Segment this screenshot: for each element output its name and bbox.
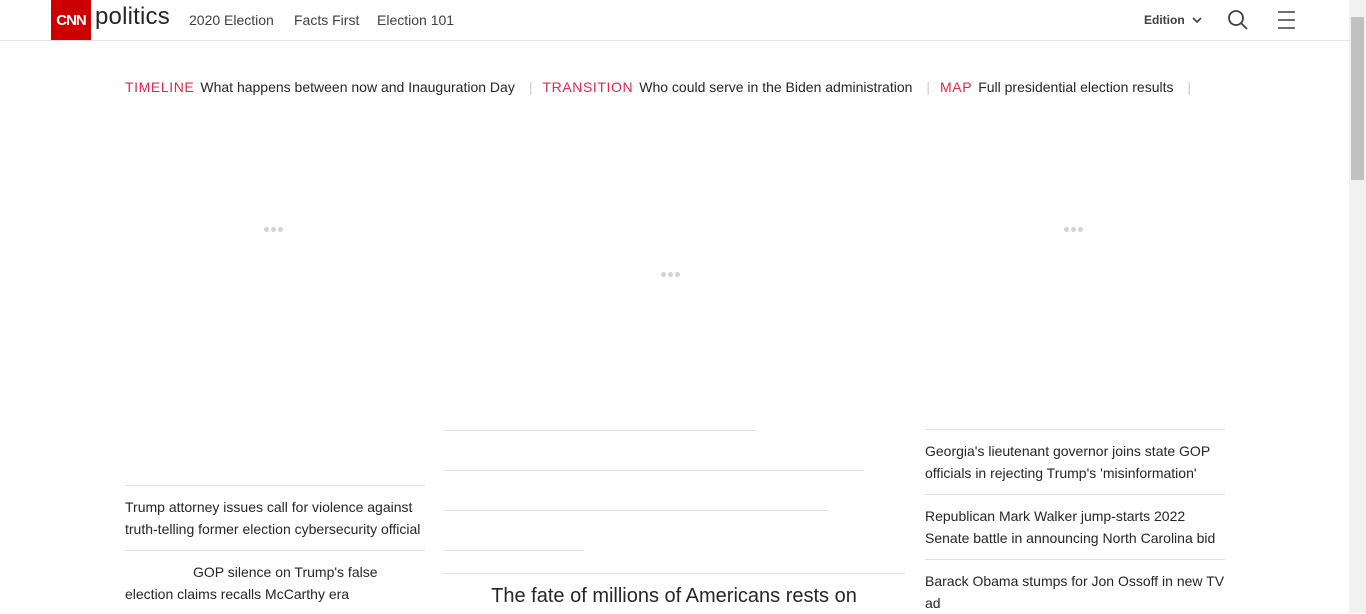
- edition-label: Edition: [1144, 13, 1185, 27]
- section-name[interactable]: politics: [95, 3, 170, 31]
- divider: [925, 559, 1225, 560]
- loading-indicator-center: [661, 272, 680, 277]
- headline-banner: TIMELINE What happens between now and In…: [125, 77, 1201, 97]
- nav-link-2020-election[interactable]: 2020 Election: [189, 12, 274, 28]
- story-link[interactable]: Barack Obama stumps for Jon Ossoff in ne…: [925, 570, 1225, 614]
- divider: [925, 429, 1225, 430]
- featured-headline[interactable]: The fate of millions of Americans rests …: [444, 585, 904, 608]
- divider: [125, 485, 425, 486]
- cnn-logo[interactable]: CNN: [51, 0, 91, 40]
- story-link[interactable]: Republican Mark Walker jump-starts 2022 …: [925, 505, 1225, 549]
- story-link[interactable]: Georgia's lieutenant governor joins stat…: [925, 440, 1225, 484]
- scrollbar-thumb[interactable]: [1351, 17, 1364, 180]
- banner-tag: TIMELINE: [125, 79, 195, 95]
- divider: [444, 573, 905, 574]
- banner-text: Who could serve in the Biden administrat…: [639, 79, 913, 95]
- loading-indicator-left: [264, 227, 283, 232]
- search-icon[interactable]: [1227, 9, 1249, 31]
- edition-picker[interactable]: Edition: [1144, 13, 1202, 27]
- banner-item-transition[interactable]: TRANSITION Who could serve in the Biden …: [542, 79, 912, 95]
- banner-tag: TRANSITION: [542, 79, 634, 95]
- banner-text: Full presidential election results: [978, 79, 1174, 95]
- placeholder-line: [444, 510, 829, 511]
- banner-text: What happens between now and Inauguratio…: [200, 79, 515, 95]
- loading-indicator-right: [1064, 227, 1083, 232]
- top-nav: CNN politics 2020 Election Facts First E…: [0, 0, 1349, 41]
- banner-item-timeline[interactable]: TIMELINE What happens between now and In…: [125, 79, 515, 95]
- placeholder-line: [444, 430, 757, 431]
- banner-divider: |: [1187, 79, 1192, 95]
- banner-divider: |: [528, 79, 533, 95]
- placeholder-line: [444, 550, 584, 551]
- banner-tag: MAP: [940, 79, 973, 95]
- divider: [925, 494, 1225, 495]
- banner-divider: |: [926, 79, 931, 95]
- page-scrollbar[interactable]: [1349, 0, 1366, 613]
- story-link[interactable]: Trump attorney issues call for violence …: [125, 496, 425, 540]
- menu-icon[interactable]: [1276, 9, 1298, 31]
- story-link[interactable]: GOP silence on Trump's false election cl…: [125, 561, 425, 605]
- nav-link-facts-first[interactable]: Facts First: [294, 12, 359, 28]
- nav-link-election-101[interactable]: Election 101: [377, 12, 454, 28]
- chevron-down-icon: [1192, 13, 1202, 27]
- banner-item-map[interactable]: MAP Full presidential election results: [940, 79, 1173, 95]
- divider: [125, 550, 425, 551]
- placeholder-line: [444, 470, 864, 471]
